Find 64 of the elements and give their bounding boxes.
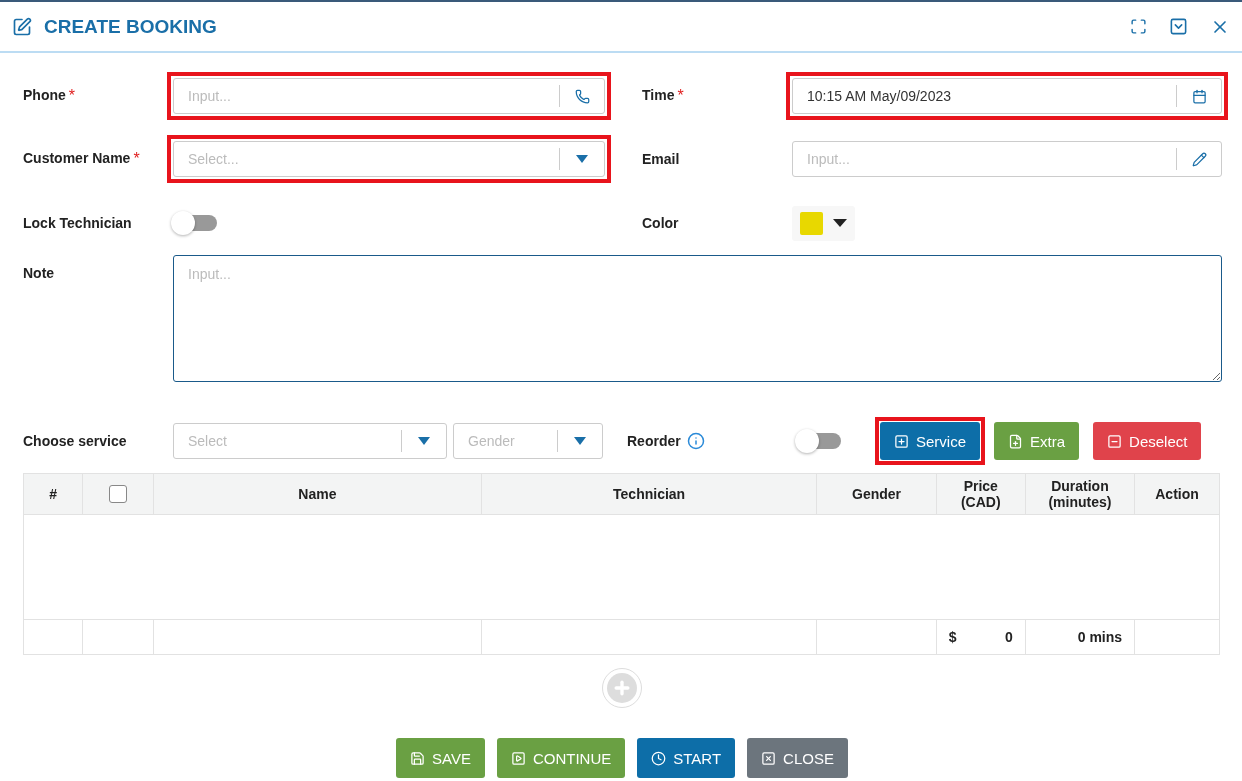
extra-button[interactable]: Extra [994, 422, 1080, 460]
select-input[interactable]: Gender [454, 424, 557, 458]
save-icon [410, 750, 426, 766]
duration-total: 0 mins [1077, 629, 1123, 645]
select-input[interactable]: Select... [174, 142, 559, 176]
required-mark: * [133, 150, 140, 168]
column-header: Price (CAD) [936, 473, 1026, 515]
field-label: Customer Name [23, 150, 131, 168]
caret-icon [574, 437, 586, 445]
phone-field[interactable]: Input... [173, 78, 605, 114]
email-field[interactable]: Input... [792, 141, 1222, 177]
continue-button[interactable]: CONTINUE [496, 738, 626, 778]
file-plus-icon [1008, 433, 1024, 449]
clock-icon [651, 750, 667, 766]
text-input[interactable]: 10:15 AM May/09/2023 [793, 79, 1176, 113]
plus-icon [894, 433, 909, 449]
checkbox[interactable] [109, 485, 127, 503]
minus-icon [1107, 433, 1123, 449]
field-label: Time [642, 87, 675, 105]
plus-icon [612, 678, 632, 698]
customer-select[interactable]: Select... [173, 141, 605, 177]
field-label: Reorder [627, 433, 681, 449]
column-header: Action [1134, 473, 1220, 515]
time-field[interactable]: 10:15 AM May/09/2023 [792, 78, 1222, 114]
start-button[interactable]: START [637, 738, 736, 778]
column-header: Technician [481, 473, 817, 515]
field-label: Lock Technician [23, 215, 132, 231]
collapse-icon[interactable] [1169, 17, 1188, 36]
close-button[interactable]: CLOSE [747, 738, 848, 778]
select-input[interactable]: Select [174, 424, 401, 458]
field-label: Email [642, 151, 680, 167]
note-field[interactable]: Input... [173, 255, 1222, 382]
calendar-icon[interactable] [1191, 88, 1207, 104]
field-label: Choose service [23, 433, 128, 449]
service-button[interactable]: Service [880, 422, 981, 460]
edit-icon [12, 16, 32, 37]
field-label: Phone [23, 87, 66, 105]
required-mark: * [68, 87, 75, 105]
column-header: Gender [816, 473, 937, 515]
required-mark: * [677, 87, 684, 105]
column-header: Duration (minutes) [1025, 473, 1135, 515]
close-icon [761, 750, 777, 766]
caret-icon [833, 219, 847, 227]
expand-icon[interactable] [1130, 18, 1147, 35]
column-header: Name [153, 473, 482, 515]
text-input[interactable]: Input... [174, 79, 559, 113]
column-header: # [23, 473, 83, 515]
field-label: Note [23, 265, 55, 281]
deselect-button[interactable]: Deselect [1093, 422, 1202, 460]
pencil-icon[interactable] [1191, 151, 1207, 167]
dialog-title: CREATE BOOKING [44, 15, 218, 38]
caret-icon [576, 155, 588, 163]
gender-select[interactable]: Gender [453, 423, 603, 459]
play-icon [510, 750, 526, 766]
service-select[interactable]: Select [173, 423, 447, 459]
currency-symbol: $ [948, 629, 957, 645]
color-picker[interactable] [792, 205, 855, 241]
info-icon[interactable] [686, 432, 705, 450]
field-label: Color [642, 215, 679, 231]
text-input[interactable]: Input... [793, 142, 1176, 176]
caret-icon [418, 437, 430, 445]
save-button[interactable]: SAVE [396, 738, 485, 778]
price-total: 0 [1004, 629, 1013, 645]
phone-icon[interactable] [574, 88, 590, 104]
